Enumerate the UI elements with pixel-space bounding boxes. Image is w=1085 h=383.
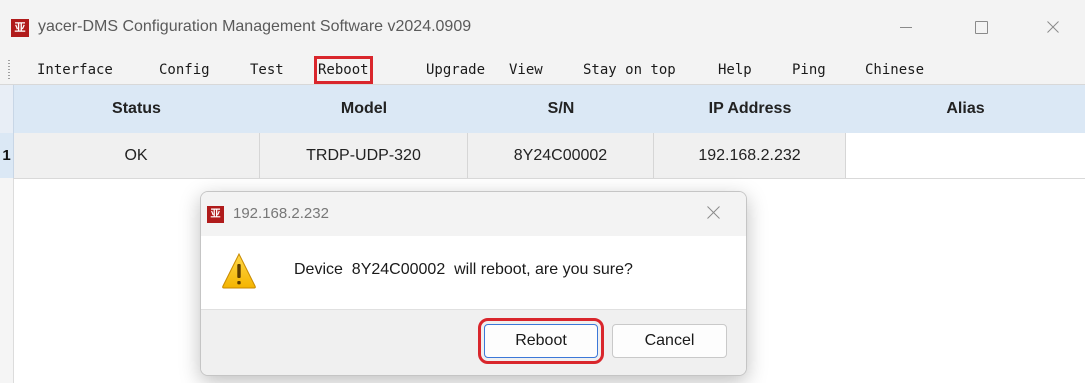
dialog-footer: Reboot Cancel	[201, 309, 746, 375]
table-corner[interactable]	[0, 85, 14, 133]
cell-alias[interactable]	[846, 133, 1085, 178]
maximize-button[interactable]	[958, 12, 1004, 42]
cell-status[interactable]: OK	[13, 133, 260, 178]
table-header: Status Model S/N IP Address Alias	[13, 85, 1085, 134]
menu-test[interactable]: Test	[250, 60, 284, 80]
dialog-title-bar[interactable]: 亚 192.168.2.232	[201, 192, 746, 236]
minimize-icon	[900, 27, 912, 28]
warning-icon	[222, 252, 256, 289]
table-row[interactable]: OK TRDP-UDP-320 8Y24C00002 192.168.2.232	[13, 133, 1085, 179]
dialog-close-button[interactable]	[707, 206, 720, 224]
cell-sn[interactable]: 8Y24C00002	[468, 133, 654, 178]
cancel-button[interactable]: Cancel	[612, 324, 727, 358]
column-header-alias[interactable]: Alias	[846, 85, 1085, 133]
app-logo-icon: 亚	[207, 206, 224, 223]
column-header-model[interactable]: Model	[260, 85, 468, 133]
column-header-sn[interactable]: S/N	[468, 85, 654, 133]
window-title: yacer-DMS Configuration Management Softw…	[38, 18, 472, 35]
menu-upgrade[interactable]: Upgrade	[426, 60, 485, 80]
maximize-icon	[975, 21, 988, 34]
minimize-button[interactable]	[883, 12, 929, 42]
menu-bar: Interface Config Test Reboot Upgrade Vie…	[0, 56, 1085, 85]
reboot-confirm-dialog: 亚 192.168.2.232 Device 8Y24C00002 will r…	[200, 191, 747, 376]
menu-ping[interactable]: Ping	[792, 60, 826, 80]
dialog-body: Device 8Y24C00002 will reboot, are you s…	[201, 236, 746, 309]
row-number[interactable]: 1	[0, 133, 14, 178]
dialog-message: Device 8Y24C00002 will reboot, are you s…	[294, 261, 633, 278]
menu-stay-on-top[interactable]: Stay on top	[583, 60, 676, 80]
title-bar[interactable]: 亚 yacer-DMS Configuration Management Sof…	[0, 0, 1085, 56]
menu-help[interactable]: Help	[718, 60, 752, 80]
cell-ip-address[interactable]: 192.168.2.232	[654, 133, 846, 178]
close-button[interactable]	[1030, 12, 1076, 42]
app-logo-icon: 亚	[11, 19, 29, 37]
menu-config[interactable]: Config	[159, 60, 210, 80]
close-icon	[1047, 21, 1059, 33]
cell-model[interactable]: TRDP-UDP-320	[260, 133, 468, 178]
dialog-title: 192.168.2.232	[233, 205, 329, 222]
menu-view[interactable]: View	[509, 60, 543, 80]
menu-reboot[interactable]: Reboot	[314, 56, 373, 84]
column-header-ip-address[interactable]: IP Address	[654, 85, 846, 133]
menu-chinese[interactable]: Chinese	[865, 60, 924, 80]
column-header-status[interactable]: Status	[13, 85, 260, 133]
reboot-button[interactable]: Reboot	[478, 318, 604, 364]
toolbar-grip[interactable]	[8, 60, 10, 80]
app-window: 亚 yacer-DMS Configuration Management Sof…	[0, 0, 1085, 383]
close-icon	[707, 206, 720, 219]
menu-interface[interactable]: Interface	[37, 60, 113, 80]
